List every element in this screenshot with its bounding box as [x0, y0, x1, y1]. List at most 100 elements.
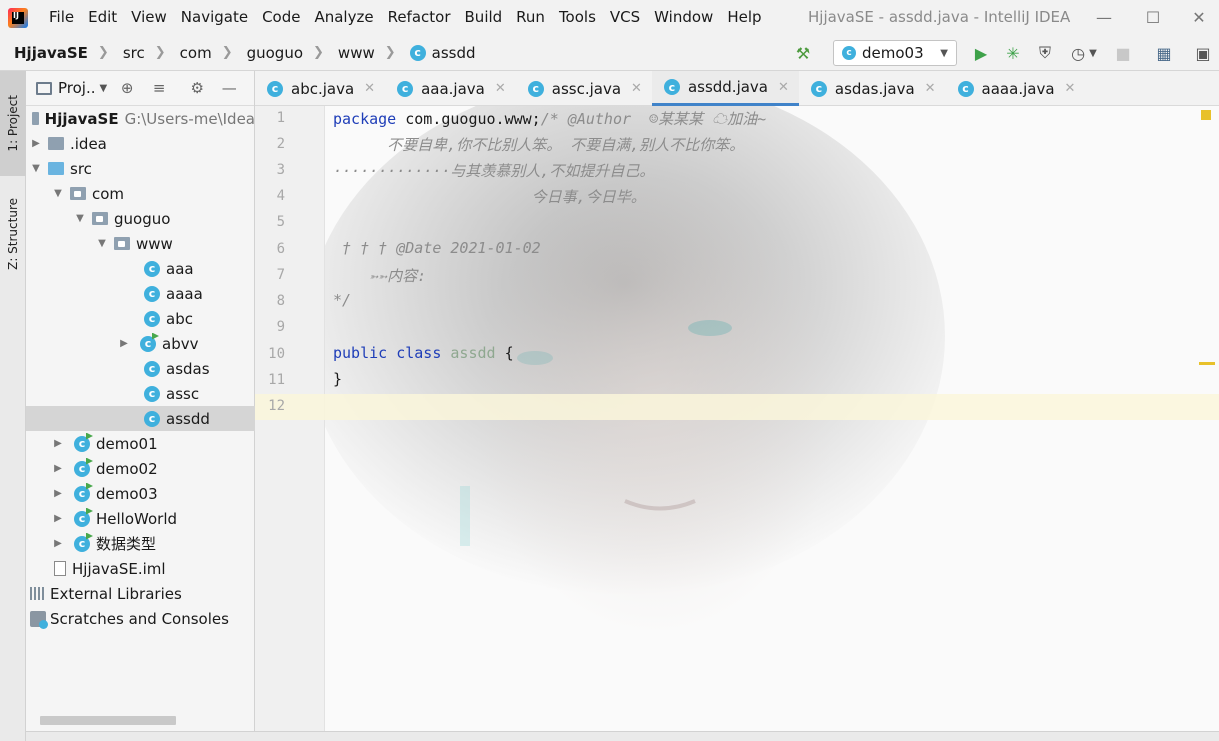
collapse-arrow-icon[interactable]: ▼	[52, 188, 64, 199]
collapse-arrow-icon[interactable]: ▼	[30, 163, 42, 174]
tree-item-class-datatypes[interactable]: ▶ c 数据类型	[26, 531, 255, 556]
close-tab-icon[interactable]: ✕	[631, 81, 642, 96]
profile-icon[interactable]: ◷ ▼	[1064, 40, 1104, 66]
tree-item-class-assc[interactable]: c assc	[26, 381, 255, 406]
close-tab-icon[interactable]: ✕	[495, 81, 506, 96]
tree-item-class-helloworld[interactable]: ▶ c HelloWorld	[26, 506, 255, 531]
terminal-icon[interactable]: ▣	[1190, 40, 1216, 66]
stop-icon[interactable]: ■	[1110, 40, 1136, 66]
editor-tab-aaaa[interactable]: c aaaa.java ✕	[946, 71, 1086, 106]
editor-tab-abc[interactable]: c abc.java ✕	[255, 71, 385, 106]
line-number: 4	[276, 188, 285, 204]
class-icon: c	[957, 80, 974, 97]
maximize-icon[interactable]: ☐	[1130, 0, 1176, 35]
editor-tab-asdas[interactable]: c asdas.java ✕	[799, 71, 946, 106]
tree-item-idea[interactable]: ▶ .idea	[26, 131, 255, 156]
tree-item-external-libraries[interactable]: External Libraries	[26, 581, 255, 606]
close-tab-icon[interactable]: ✕	[364, 81, 375, 96]
tree-item-scratches[interactable]: Scratches and Consoles	[26, 606, 255, 631]
tree-item-com[interactable]: ▼ com	[26, 181, 255, 206]
close-tab-icon[interactable]: ✕	[778, 80, 789, 95]
tree-item-class-aaaa[interactable]: c aaaa	[26, 281, 255, 306]
minimize-icon[interactable]: —	[1081, 0, 1127, 35]
class-icon: c	[663, 79, 680, 95]
expand-arrow-icon[interactable]: ▶	[52, 488, 64, 499]
expand-arrow-icon[interactable]: ▶	[52, 463, 64, 474]
hide-panel-icon[interactable]: —	[217, 76, 241, 100]
menu-analyze[interactable]: Analyze	[307, 0, 380, 35]
breadcrumb-www[interactable]: www ❯	[324, 44, 396, 62]
expand-arrow-icon[interactable]: ▶	[52, 538, 64, 549]
menu-build[interactable]: Build	[458, 0, 510, 35]
breadcrumb-project[interactable]: HjjavaSE ❯	[0, 44, 109, 62]
locate-file-icon[interactable]: ⊕	[115, 76, 139, 100]
breadcrumb-src[interactable]: src ❯	[109, 44, 166, 62]
editor-tab-aaa[interactable]: c aaa.java ✕	[385, 71, 516, 106]
expand-arrow-icon[interactable]: ▶	[52, 513, 64, 524]
runnable-class-icon: c	[140, 335, 156, 352]
tree-item-class-abc[interactable]: c abc	[26, 306, 255, 331]
menu-code[interactable]: Code	[255, 0, 307, 35]
code-editor[interactable]: package com.guoguo.www;/* @Author ☺某某某 ☁…	[325, 106, 1219, 741]
collapse-arrow-icon[interactable]: ▼	[96, 238, 108, 249]
editor-gutter[interactable]: 1 2 3 4 5 6 7 8 9 10 11 12	[255, 106, 325, 741]
close-window-icon[interactable]: ✕	[1176, 0, 1219, 35]
tree-item-iml-file[interactable]: HjjavaSE.iml	[26, 556, 255, 581]
editor-tab-assc[interactable]: c assc.java ✕	[516, 71, 652, 106]
chevron-right-icon: ❯	[221, 45, 233, 60]
menu-file[interactable]: File	[42, 0, 81, 35]
debug-icon[interactable]: ✳	[1000, 40, 1026, 66]
run-configuration-label: demo03	[862, 44, 924, 62]
inspection-status-icon[interactable]	[1201, 110, 1211, 120]
tree-item-class-assdd[interactable]: c assdd	[26, 406, 255, 431]
menu-tools[interactable]: Tools	[552, 0, 603, 35]
menu-refactor[interactable]: Refactor	[381, 0, 458, 35]
tree-item-class-asdas[interactable]: c asdas	[26, 356, 255, 381]
warning-stripe-marker[interactable]	[1199, 362, 1215, 365]
breadcrumb-guoguo[interactable]: guoguo ❯	[233, 44, 324, 62]
line-number: 6	[276, 241, 285, 257]
chevron-down-icon[interactable]: ▼	[100, 83, 108, 94]
settings-gear-icon[interactable]: ⚙	[185, 76, 209, 100]
structure-tool-tab[interactable]: Z: Structure	[0, 181, 26, 286]
tree-item-www[interactable]: ▼ www	[26, 231, 255, 256]
chevron-right-icon: ❯	[313, 45, 324, 60]
folder-icon	[48, 137, 64, 150]
coverage-icon[interactable]: ⛨	[1032, 40, 1058, 66]
close-tab-icon[interactable]: ✕	[925, 81, 936, 96]
tree-item-class-aaa[interactable]: c aaa	[26, 256, 255, 281]
tree-item-project-root[interactable]: HjjavaSE G:\Users-me\Idea	[26, 106, 255, 131]
menu-vcs[interactable]: VCS	[603, 0, 647, 35]
collapse-arrow-icon[interactable]: ▼	[74, 213, 86, 224]
menu-view[interactable]: View	[124, 0, 174, 35]
run-configuration-select[interactable]: c demo03 ▼	[833, 40, 957, 66]
run-icon[interactable]: ▶	[968, 40, 994, 66]
expand-arrow-icon[interactable]: ▶	[30, 138, 42, 149]
tree-item-src[interactable]: ▼ src	[26, 156, 255, 181]
tree-item-class-demo03[interactable]: ▶ c demo03	[26, 481, 255, 506]
horizontal-scrollbar[interactable]	[40, 716, 176, 725]
menu-navigate[interactable]: Navigate	[174, 0, 255, 35]
breadcrumb-assdd[interactable]: c assdd	[396, 44, 476, 62]
collapse-all-icon[interactable]: ≡	[147, 76, 171, 100]
tree-item-class-demo02[interactable]: ▶ c demo02	[26, 456, 255, 481]
breadcrumb-com[interactable]: com ❯	[166, 44, 233, 62]
project-view-selector[interactable]: Proj..	[58, 79, 96, 97]
build-hammer-icon[interactable]: ⚒	[790, 40, 816, 66]
menu-help[interactable]: Help	[720, 0, 768, 35]
close-tab-icon[interactable]: ✕	[1065, 81, 1076, 96]
project-tool-tab[interactable]: 1: Project	[0, 71, 26, 176]
tree-item-guoguo[interactable]: ▼ guoguo	[26, 206, 255, 231]
menu-edit[interactable]: Edit	[81, 0, 124, 35]
expand-arrow-icon[interactable]: ▶	[52, 438, 64, 449]
expand-arrow-icon[interactable]: ▶	[118, 338, 130, 349]
project-structure-icon[interactable]: ▦	[1151, 40, 1177, 66]
editor-tab-assdd[interactable]: c assdd.java ✕	[651, 71, 799, 106]
scratches-icon	[30, 610, 48, 629]
tree-item-class-abvv[interactable]: ▶ c abvv	[26, 331, 255, 356]
menu-window[interactable]: Window	[647, 0, 720, 35]
tree-item-class-demo01[interactable]: ▶ c demo01	[26, 431, 255, 456]
menu-run[interactable]: Run	[509, 0, 552, 35]
status-bar	[26, 731, 1219, 741]
runnable-class-icon: c	[74, 510, 90, 527]
